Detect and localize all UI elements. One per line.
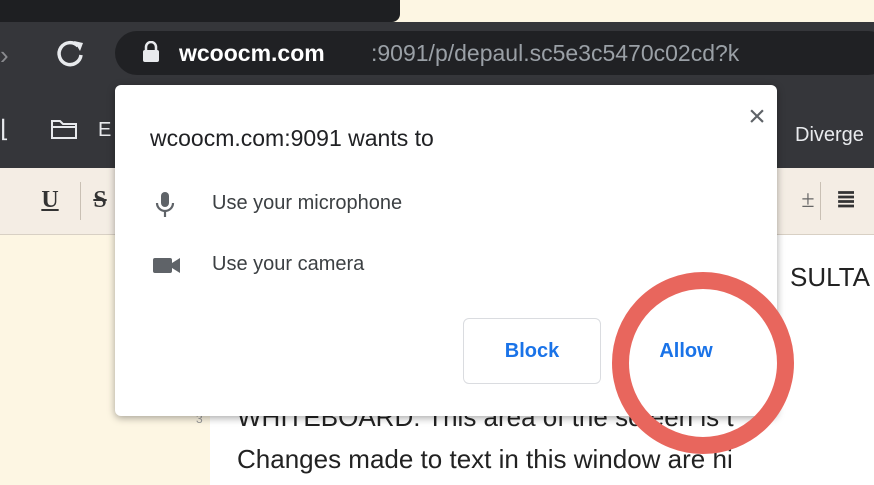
bookmark-edge-icon: ⌊ (0, 116, 10, 143)
url-path[interactable]: :9091/p/depaul.sc5e3c5470c02cd?k (371, 31, 874, 75)
toolbar-divider (80, 182, 81, 220)
bookmark-item-diverge[interactable]: Diverge (795, 115, 864, 155)
block-button[interactable]: Block (463, 318, 601, 384)
editor-text-line: Changes made to text in this window are … (237, 444, 733, 474)
lock-icon[interactable] (142, 40, 160, 63)
camera-icon (152, 254, 182, 276)
permission-microphone-label: Use your microphone (212, 192, 403, 214)
close-icon[interactable]: × (745, 102, 769, 132)
microphone-icon (152, 190, 178, 220)
reload-icon[interactable] (50, 33, 90, 73)
dialog-title: wcoocm.com:9091 wants to (150, 125, 434, 151)
highlight-circle-annotation (612, 272, 794, 454)
permission-camera-label: Use your camera (212, 253, 365, 275)
editor-heading-partial: SULTA (790, 262, 870, 292)
strikethrough-button[interactable]: S (84, 180, 116, 220)
toolbar-divider (820, 182, 821, 220)
underline-button[interactable]: U (34, 180, 66, 220)
browser-tab-strip (0, 0, 400, 22)
folder-icon[interactable] (50, 117, 78, 141)
align-button[interactable]: ≣ (830, 180, 862, 220)
bookmark-item-left[interactable]: E (98, 110, 111, 150)
forward-arrow-icon[interactable]: › (0, 35, 16, 75)
url-host[interactable]: wcoocm.com (179, 31, 325, 75)
